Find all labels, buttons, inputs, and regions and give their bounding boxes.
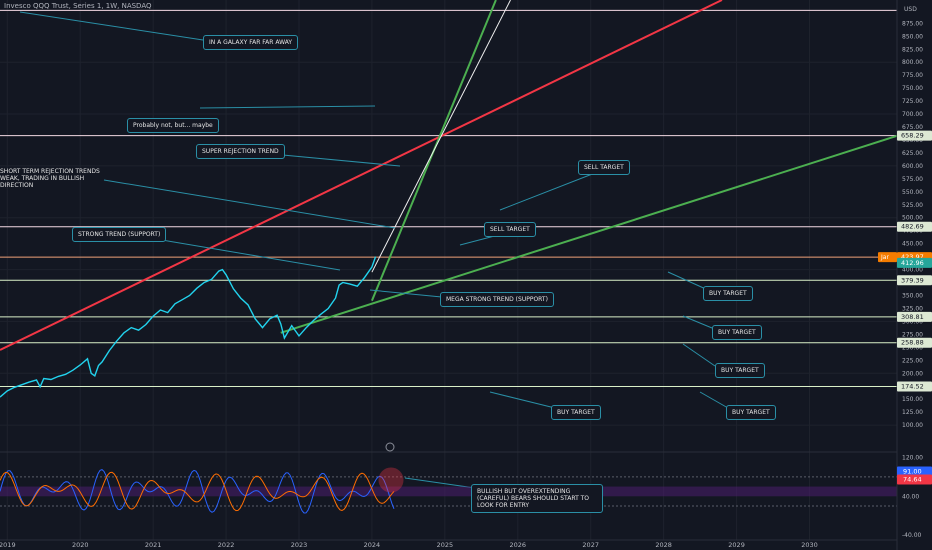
- annotation-sell-target-upper: SELL TARGET: [578, 160, 630, 175]
- annotation-super-rejection-trend: SUPER REJECTION TREND: [196, 144, 285, 159]
- annotation-buy-target-1: BUY TARGET: [703, 286, 753, 301]
- annotation-buy-target-4: BUY TARGET: [551, 405, 601, 420]
- price-axis-tick: 275.00: [902, 331, 923, 338]
- time-axis-tick: 2027: [582, 541, 599, 549]
- annotation-buy-target-3: BUY TARGET: [715, 363, 765, 378]
- annotation-strong-trend: STRONG TREND (SUPPORT): [72, 227, 167, 242]
- annotation-sell-target-lower: SELL TARGET: [484, 222, 536, 237]
- oscillator-value-tag-label: 74.64: [903, 475, 922, 483]
- current-price-badge-label: Jar: [880, 254, 889, 261]
- annotation-probably-not: Probably not, but... maybe: [127, 118, 219, 133]
- price-series-line: [0, 256, 377, 398]
- annotation-mega-strong-trend: MEGA STRONG TREND (SUPPORT): [440, 292, 554, 307]
- price-axis-tick: 825.00: [902, 46, 923, 53]
- oscillator-axis-tick: 120.00: [902, 454, 923, 461]
- annotation-leader-line: [19, 11, 204, 41]
- time-axis-tick: 2019: [0, 541, 16, 549]
- annotation-leader-line: [667, 271, 709, 291]
- price-axis-tick: 725.00: [902, 98, 923, 105]
- symbol-title: Invesco QQQ Trust, Series 1, 1W, NASDAQ: [4, 2, 152, 10]
- price-axis-tick: 675.00: [902, 124, 923, 131]
- price-axis-tick: 150.00: [902, 396, 923, 403]
- annotation-bullish-overextending: BULLISH BUT OVEREXTENDING (CAREFUL) BEAR…: [471, 484, 603, 513]
- price-axis-tick: 200.00: [902, 370, 923, 377]
- time-axis-tick: 2020: [72, 541, 89, 549]
- annotation-leader-line: [499, 170, 601, 211]
- price-axis-tick: 625.00: [902, 150, 923, 157]
- price-tag-label: 174.52: [901, 382, 924, 390]
- price-axis-tick: 500.00: [902, 215, 923, 222]
- price-axis-tick: 525.00: [902, 202, 923, 209]
- price-tag-label: 308.81: [901, 313, 924, 321]
- overextended-highlight: [378, 467, 404, 493]
- oscillator-value-tag-label: 91.00: [903, 468, 922, 476]
- time-axis-tick: 2028: [655, 541, 672, 549]
- price-tag-label: 482.69: [901, 223, 924, 231]
- oscillator-band: [0, 486, 897, 497]
- annotation-leader-line: [682, 315, 713, 329]
- price-axis-tick: 325.00: [902, 305, 923, 312]
- price-axis-tick: 575.00: [902, 176, 923, 183]
- time-axis-tick: 2023: [291, 541, 308, 549]
- price-axis-tick: 850.00: [902, 33, 923, 40]
- price-axis-tick: 225.00: [902, 357, 923, 364]
- price-axis-tick: 800.00: [902, 59, 923, 66]
- time-axis-tick: 2024: [364, 541, 381, 549]
- price-tag-label: 412.96: [901, 259, 924, 267]
- time-axis-tick: 2021: [145, 541, 162, 549]
- price-axis-tick: 550.00: [902, 189, 923, 196]
- time-axis-tick: 2029: [728, 541, 745, 549]
- annotation-leader-line: [489, 391, 556, 409]
- price-axis-tick: 875.00: [902, 20, 923, 27]
- time-axis-tick: 2022: [218, 541, 235, 549]
- annotation-buy-target-2: BUY TARGET: [712, 325, 762, 340]
- annotation-leader-line: [682, 343, 716, 367]
- price-tag-label: 658.29: [901, 132, 924, 140]
- time-axis-tick: 2026: [510, 541, 527, 549]
- oscillator-axis-tick: -40.00: [902, 532, 922, 539]
- price-axis-tick: 700.00: [902, 111, 923, 118]
- annotation-short-term-rejection: SHORT TERM REJECTION TRENDS WEAK, TRADIN…: [0, 168, 100, 189]
- time-axis-tick: 2025: [437, 541, 454, 549]
- annotation-leader-line: [404, 477, 476, 489]
- event-marker-icon: [385, 442, 395, 452]
- price-axis-tick: 100.00: [902, 422, 923, 429]
- annotation-leader-line: [271, 153, 401, 167]
- price-axis-tick: 450.00: [902, 241, 923, 248]
- price-axis-tick: 775.00: [902, 72, 923, 79]
- price-tag-label: 258.88: [901, 339, 924, 347]
- price-tag-label: 379.39: [901, 276, 924, 284]
- time-axis-tick: 2030: [801, 541, 818, 549]
- annotation-leader-line: [699, 391, 729, 409]
- oscillator-axis-tick: 40.00: [902, 493, 919, 500]
- chart-canvas[interactable]: USD100.00125.00150.00175.00200.00225.002…: [0, 0, 932, 550]
- price-axis-tick: 125.00: [902, 409, 923, 416]
- price-axis-tick: 350.00: [902, 293, 923, 300]
- price-axis-tick: 600.00: [902, 163, 923, 170]
- annotation-galaxy: IN A GALAXY FAR FAR AWAY: [203, 35, 299, 50]
- annotation-leader-line: [149, 237, 341, 271]
- annotation-buy-target-5: BUY TARGET: [726, 405, 776, 420]
- price-axis-tick: 750.00: [902, 85, 923, 92]
- currency-label: USD: [904, 6, 917, 13]
- annotation-leader-line: [103, 179, 396, 229]
